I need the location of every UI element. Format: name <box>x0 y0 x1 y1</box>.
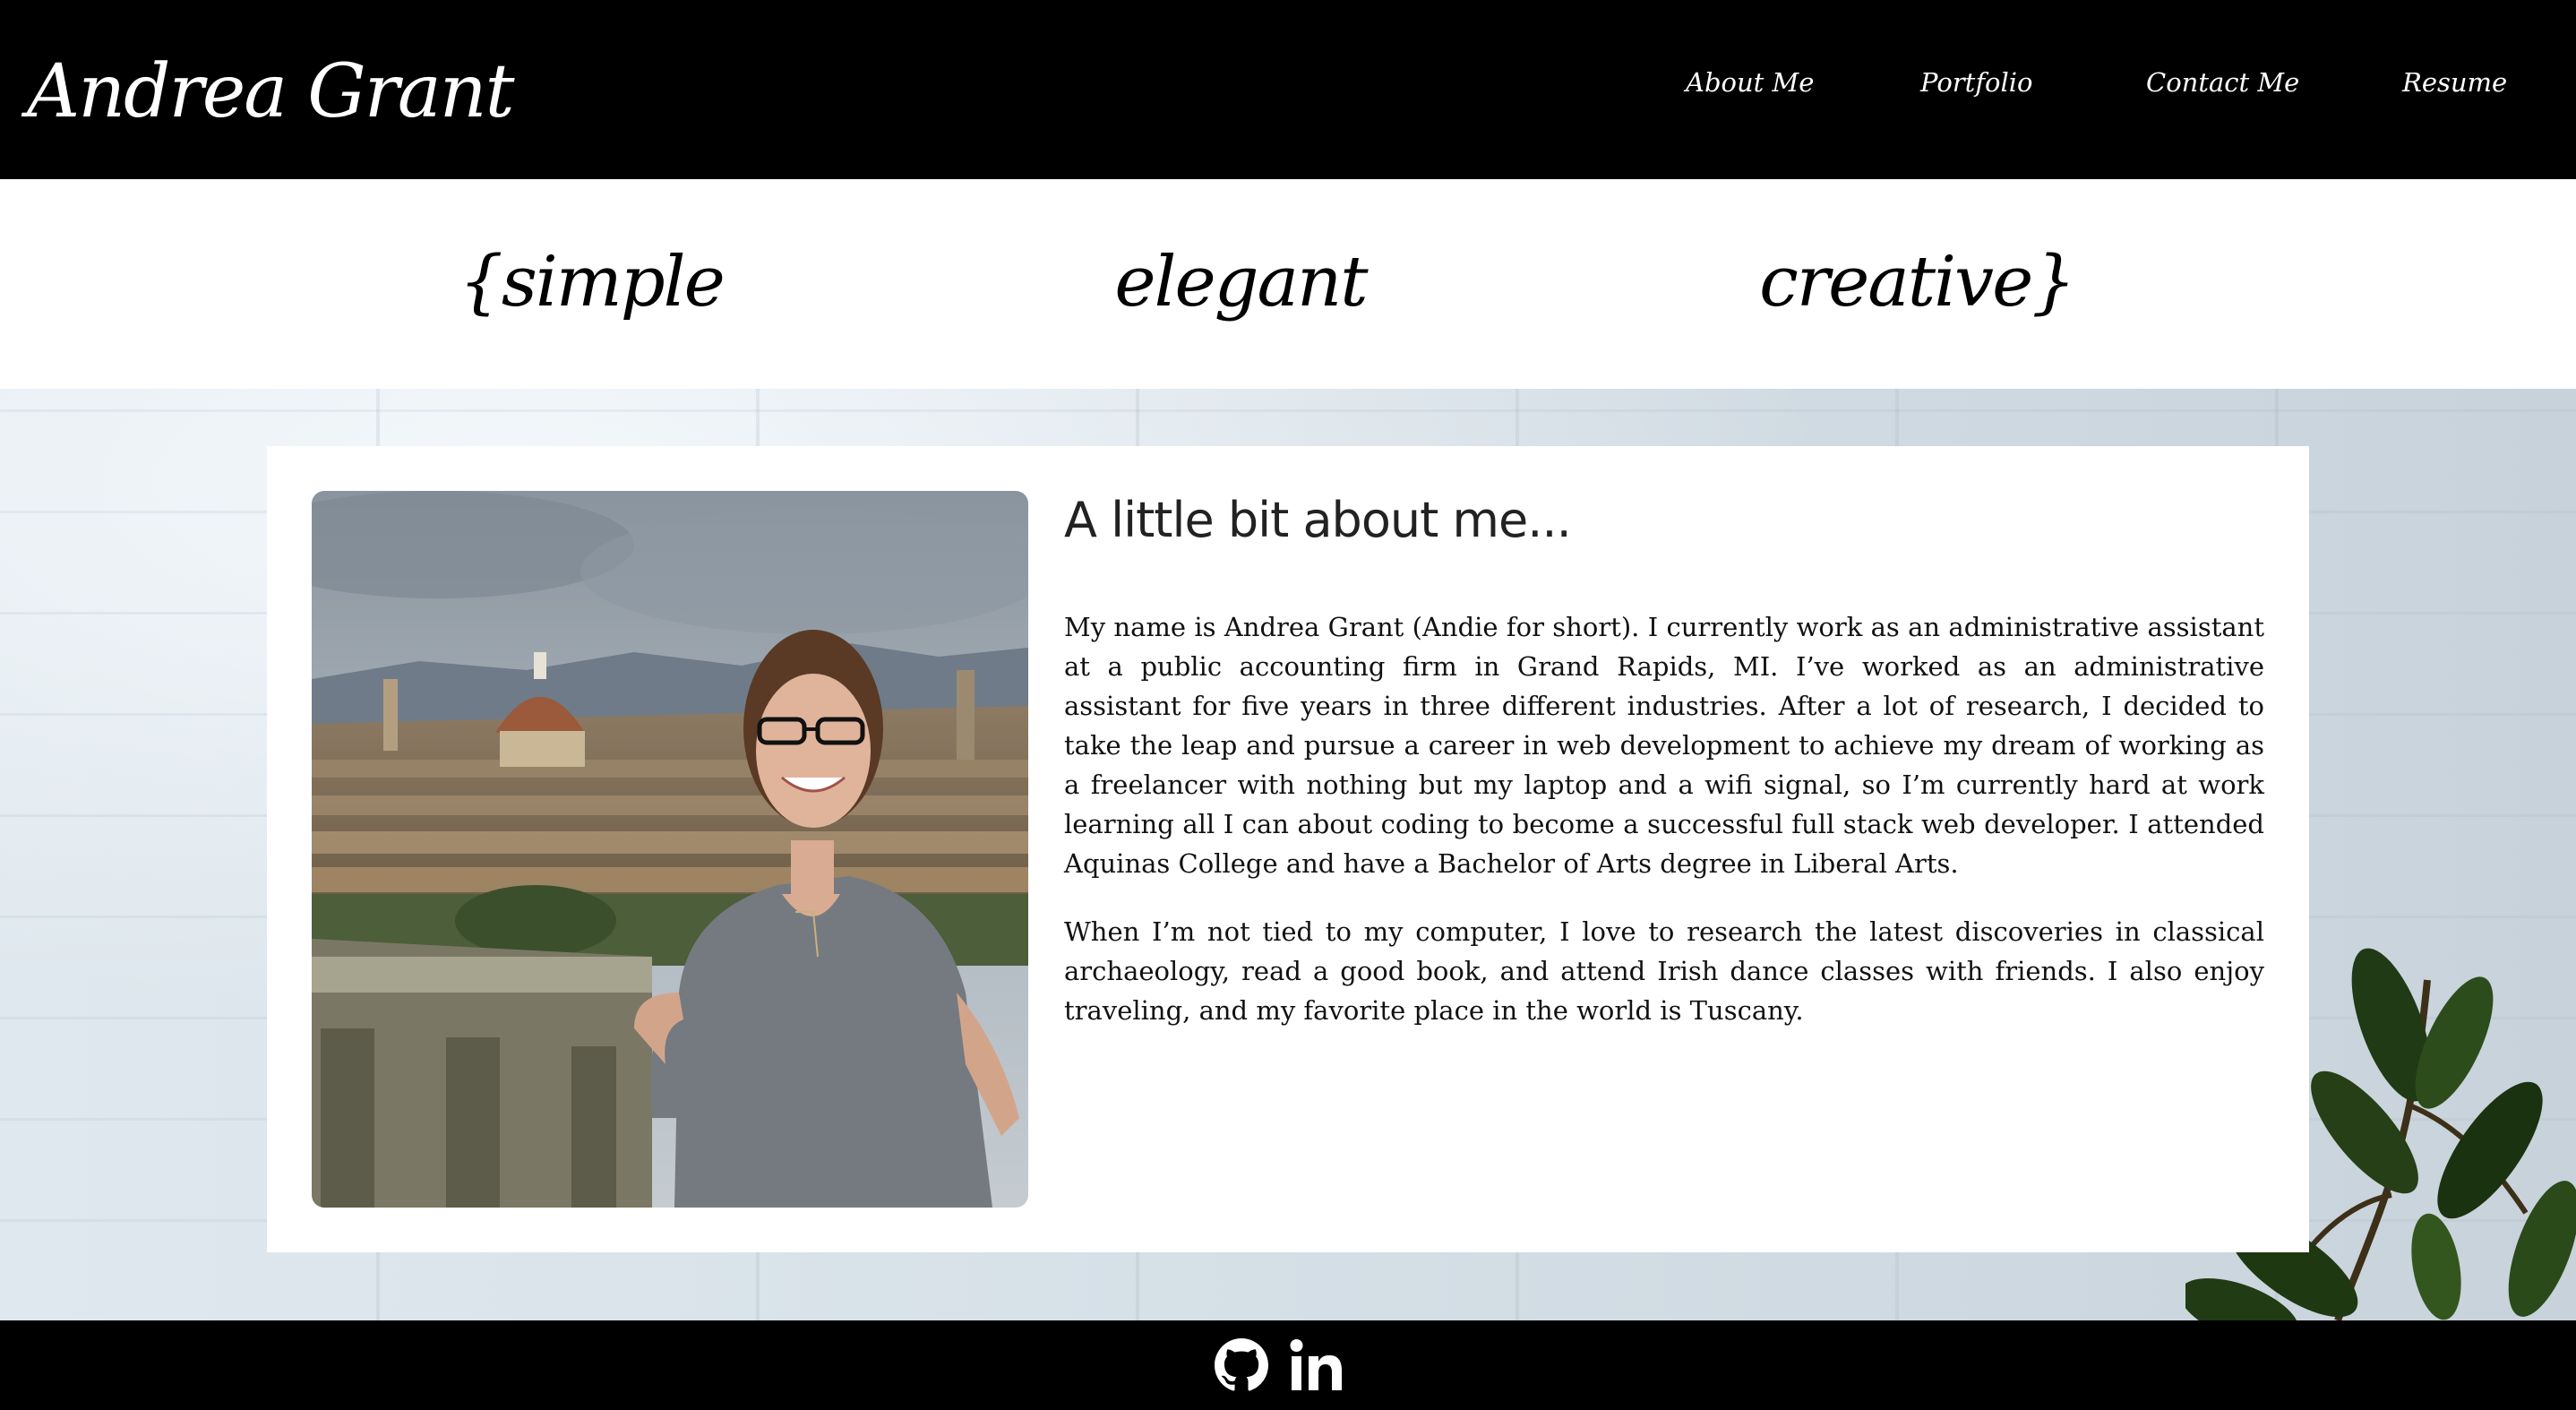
nav-portfolio[interactable]: Portfolio <box>1920 63 2033 102</box>
site-header: Andrea Grant About Me Portfolio Contact … <box>0 0 2576 179</box>
about-card: A little bit about me... My name is Andr… <box>267 446 2309 1252</box>
tagline-band: {simple elegant creative} <box>0 179 2576 389</box>
github-icon[interactable] <box>1215 1338 1268 1392</box>
about-paragraph-1: My name is Andrea Grant (Andie for short… <box>1064 612 2264 879</box>
nav-contact-me[interactable]: Contact Me <box>2146 63 2299 102</box>
tagline-creative: creative} <box>1759 242 2076 322</box>
about-heading: A little bit about me... <box>1064 492 1572 548</box>
site-logo[interactable]: Andrea Grant <box>27 43 515 142</box>
nav-resume[interactable]: Resume <box>2402 63 2507 102</box>
nav-about-me[interactable]: About Me <box>1686 63 1814 102</box>
linkedin-icon[interactable] <box>1290 1338 1344 1392</box>
tagline-simple: {simple <box>459 242 726 322</box>
site-footer <box>0 1320 2576 1410</box>
profile-photo <box>312 491 1028 1208</box>
tagline-elegant: elegant <box>1114 242 1368 322</box>
about-text: My name is Andrea Grant (Andie for short… <box>1064 607 2264 1059</box>
about-paragraph-2: When I’m not tied to my computer, I love… <box>1064 916 2264 1026</box>
